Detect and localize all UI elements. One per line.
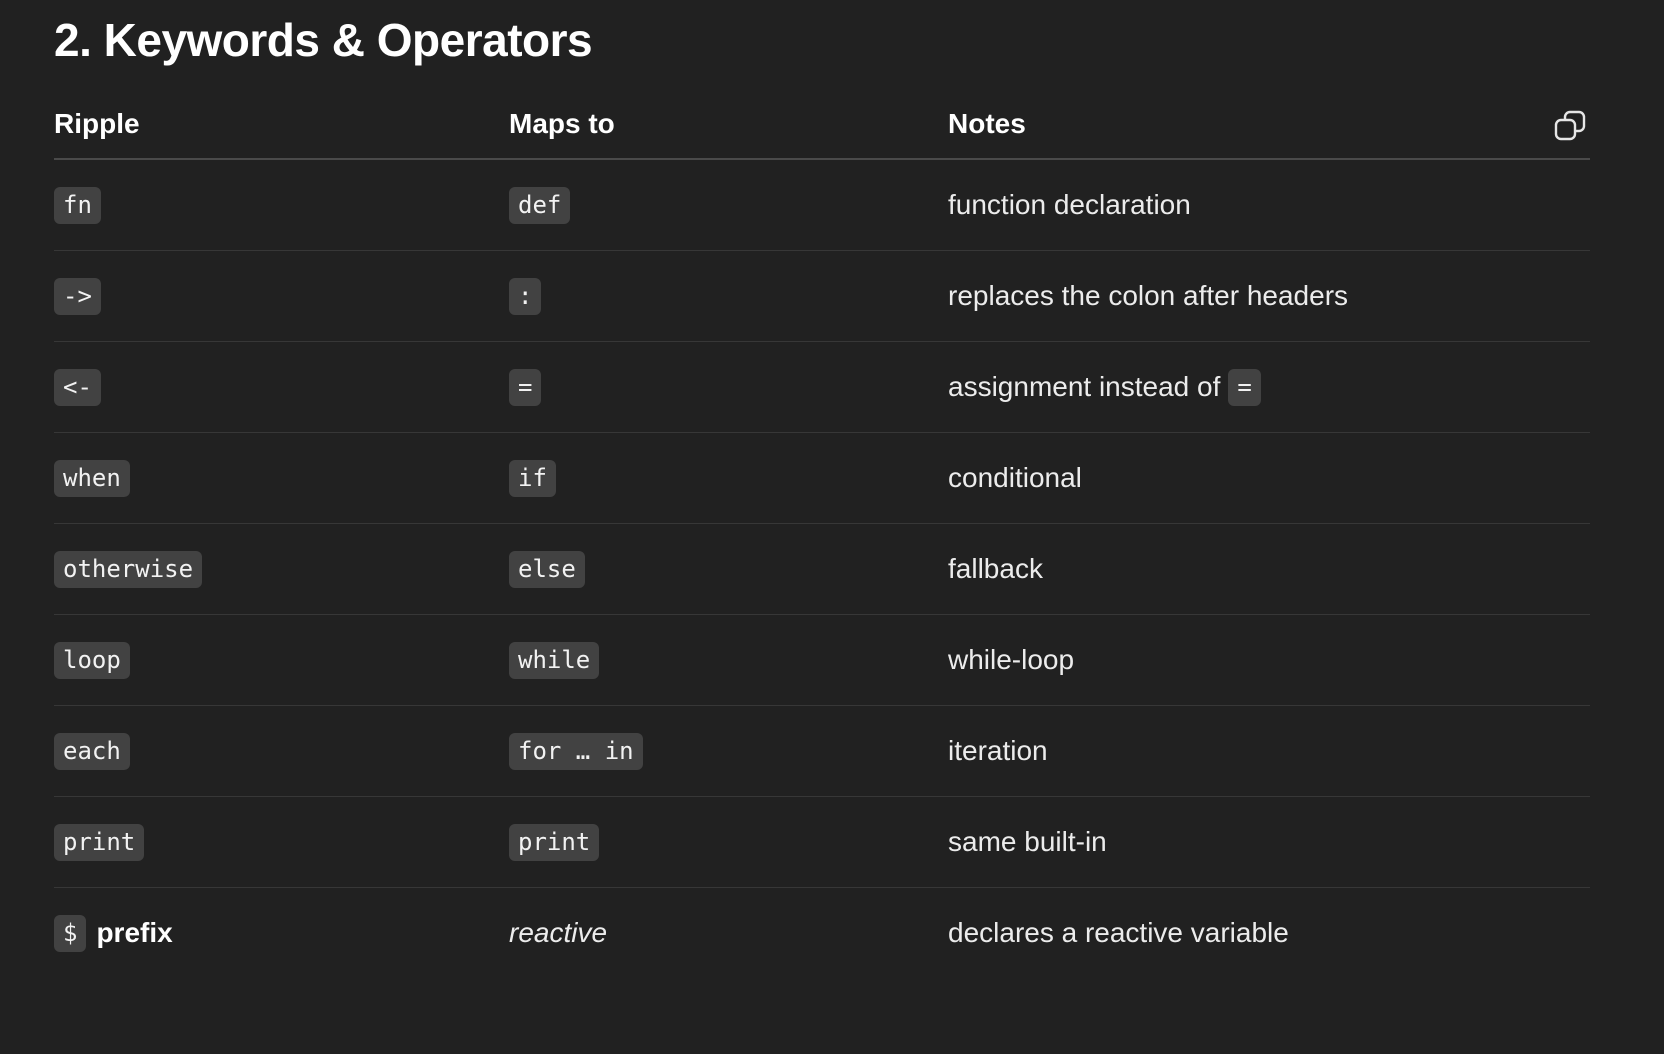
maps-to-code: if	[509, 459, 556, 497]
table-row: $ prefix reactive declares a reactive va…	[54, 888, 1590, 978]
table-row: each for … in iteration	[54, 706, 1590, 797]
table-row: loop while while-loop	[54, 615, 1590, 706]
notes-text: function declaration	[948, 189, 1191, 220]
ripple-code: when	[54, 459, 130, 497]
ripple-code: loop	[54, 641, 130, 679]
notes-text: assignment instead of	[948, 371, 1221, 402]
ripple-suffix: prefix	[96, 917, 173, 948]
notes-text: while-loop	[948, 644, 1075, 675]
column-header-ripple: Ripple	[54, 108, 140, 139]
maps-to-code: print	[509, 823, 600, 861]
table-row: -> : replaces the colon after headers	[54, 251, 1590, 342]
maps-to-text: reactive	[509, 917, 608, 948]
table-row: print print same built-in	[54, 797, 1590, 888]
maps-to-code: =	[509, 368, 542, 406]
column-header-maps-to: Maps to	[509, 108, 615, 139]
maps-to-code: while	[509, 641, 600, 679]
ripple-code: ->	[54, 277, 101, 315]
table-header: Ripple Maps to Notes	[54, 90, 1590, 160]
notes-text: declares a reactive variable	[948, 917, 1289, 948]
keywords-table: Ripple Maps to Notes fn def function dec…	[54, 90, 1590, 978]
copy-icon	[1554, 110, 1586, 141]
maps-to-code: def	[509, 186, 571, 224]
ripple-code: fn	[54, 186, 101, 224]
maps-to-code: for … in	[509, 732, 643, 770]
ripple-code: $	[54, 914, 87, 952]
ripple-code: each	[54, 732, 130, 770]
ripple-code: <-	[54, 368, 101, 406]
notes-inline-code: =	[1228, 368, 1261, 406]
notes-text: iteration	[948, 735, 1048, 766]
maps-to-code: else	[509, 550, 585, 588]
table-row: when if conditional	[54, 433, 1590, 524]
maps-to-code: :	[509, 277, 542, 315]
notes-text: conditional	[948, 462, 1082, 493]
column-header-notes: Notes	[948, 108, 1026, 139]
table-row: otherwise else fallback	[54, 524, 1590, 615]
ripple-code: otherwise	[54, 550, 203, 588]
page-title: 2. Keywords & Operators	[54, 14, 593, 66]
table-row: <- = assignment instead of =	[54, 342, 1590, 433]
notes-text: same built-in	[948, 826, 1107, 857]
table-row: fn def function declaration	[54, 160, 1590, 251]
notes-text: replaces the colon after headers	[948, 280, 1349, 311]
notes-cell: assignment instead of =	[948, 342, 1261, 432]
notes-text: fallback	[948, 553, 1043, 584]
copy-table-button[interactable]	[1550, 106, 1590, 146]
ripple-code: print	[54, 823, 145, 861]
